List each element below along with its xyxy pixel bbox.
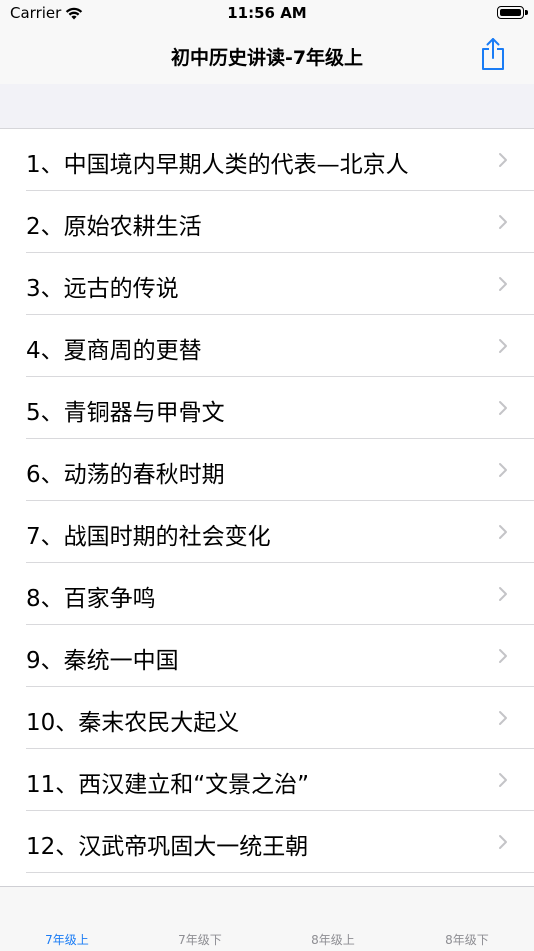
tab-grade7-second[interactable]: 7年级下 (150, 931, 250, 948)
list-item[interactable]: 9、秦统一中国 (0, 625, 534, 687)
chevron-right-icon (499, 277, 507, 291)
navigation-bar: 初中历史讲读-7年级上 (0, 28, 534, 84)
list-item-label: 3、远古的传说 (26, 276, 179, 302)
list-item-label: 8、百家争鸣 (26, 586, 156, 612)
list-item-label: 7、战国时期的社会变化 (26, 524, 271, 550)
tab-bar: 7年级上 7年级下 8年级上 8年级下 (0, 886, 534, 951)
chevron-right-icon (499, 835, 507, 849)
chevron-right-icon (499, 525, 507, 539)
list-item[interactable]: 12、汉武帝巩固大一统王朝 (0, 811, 534, 873)
list-item[interactable]: 5、青铜器与甲骨文 (0, 377, 534, 439)
list-item[interactable]: 7、战国时期的社会变化 (0, 501, 534, 563)
chevron-right-icon (499, 215, 507, 229)
chevron-right-icon (499, 463, 507, 477)
chevron-right-icon (499, 711, 507, 725)
share-button[interactable] (478, 36, 508, 72)
list-item-label: 6、动荡的春秋时期 (26, 462, 225, 488)
page-title: 初中历史讲读-7年级上 (170, 47, 364, 69)
share-icon (482, 38, 504, 70)
list-item-label: 5、青铜器与甲骨文 (26, 400, 225, 426)
status-time: 11:56 AM (227, 4, 307, 22)
list-item[interactable]: 2、原始农耕生活 (0, 191, 534, 253)
tab-grade8-first[interactable]: 8年级上 (283, 931, 383, 948)
list-item-label: 12、汉武帝巩固大一统王朝 (26, 834, 309, 860)
chevron-right-icon (499, 773, 507, 787)
list-item[interactable]: 11、西汉建立和“文景之治” (0, 749, 534, 811)
list-item[interactable]: 6、动荡的春秋时期 (0, 439, 534, 501)
list-item-label: 11、西汉建立和“文景之治” (26, 772, 310, 798)
battery-icon (497, 6, 528, 19)
status-bar: Carrier 11:56 AM (0, 0, 534, 28)
list-item-label: 1、中国境内早期人类的代表—北京人 (26, 152, 409, 178)
list-item-label: 2、原始农耕生活 (26, 214, 202, 240)
chevron-right-icon (499, 153, 507, 167)
tab-grade8-second[interactable]: 8年级下 (417, 931, 517, 948)
list-item[interactable]: 4、夏商周的更替 (0, 315, 534, 377)
list-item-label: 4、夏商周的更替 (26, 338, 202, 364)
chevron-right-icon (499, 587, 507, 601)
list-item[interactable]: 3、远古的传说 (0, 253, 534, 315)
list-item-label: 9、秦统一中国 (26, 648, 179, 674)
chevron-right-icon (499, 401, 507, 415)
section-header-spacer (0, 84, 534, 129)
list-item[interactable]: 1、中国境内早期人类的代表—北京人 (0, 129, 534, 191)
list-item[interactable]: 8、百家争鸣 (0, 563, 534, 625)
chevron-right-icon (499, 649, 507, 663)
tab-grade7-first[interactable]: 7年级上 (17, 931, 117, 948)
list-item[interactable]: 10、秦末农民大起义 (0, 687, 534, 749)
list-item-label: 10、秦末农民大起义 (26, 710, 240, 736)
chevron-right-icon (499, 339, 507, 353)
chapter-list: 1、中国境内早期人类的代表—北京人 2、原始农耕生活 3、远古的传说 4、夏商周… (0, 129, 534, 886)
